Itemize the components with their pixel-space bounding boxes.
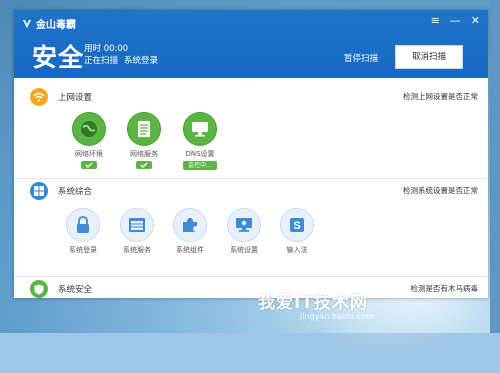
close-icon[interactable]: ✕: [471, 15, 480, 26]
item-label: 系统登录: [69, 246, 97, 254]
windows-icon: [30, 182, 48, 200]
item-system-login[interactable]: 系统登录: [58, 208, 108, 255]
item-label: DNS设置: [185, 150, 215, 158]
scan-progress-line: 正在扫描 系统登录: [84, 55, 158, 67]
brand-logo-icon: [23, 19, 31, 28]
section-status: 检测上网设置是否正常: [403, 92, 478, 101]
pause-scan-button[interactable]: 暂停扫描: [344, 52, 378, 64]
globe-icon: [72, 112, 106, 146]
divider: [14, 178, 488, 179]
minimize-icon[interactable]: —: [450, 15, 461, 26]
desktop-edge: [490, 0, 500, 333]
lock-icon: [66, 208, 100, 242]
item-network-env[interactable]: 网络环境: [64, 112, 114, 169]
watermark-url: jingyan.baidu.com: [300, 312, 374, 321]
watermark: 我爱IT技术网: [258, 293, 368, 313]
scan-progress-text: 正在扫描: [84, 56, 119, 66]
section-header: 上网设置 检测上网设置是否正常: [14, 86, 488, 108]
item-system-component[interactable]: 系统组件: [165, 208, 215, 255]
window-header: 金山毒霸 ≡ — ✕ 安全 用时 00:00 正在扫描 系统登录 暂停扫描 取消扫…: [14, 10, 488, 78]
shield-icon: [30, 280, 48, 298]
item-label: 网络服务: [130, 150, 158, 158]
item-label: 网络环境: [75, 150, 103, 158]
section-header: 系统综合 检测系统设置是否正常: [14, 180, 488, 202]
puzzle-icon: [173, 208, 207, 242]
security-status: 安全: [32, 43, 85, 72]
check-icon: [81, 161, 97, 169]
menu-icon[interactable]: ≡: [431, 15, 440, 26]
svg-text:S: S: [293, 220, 300, 232]
monitor-icon: [183, 112, 217, 146]
section-header: 系统安全 检测是否有木马病毒: [14, 278, 488, 298]
current-scan-item: 系统登录: [124, 56, 159, 66]
brand-name: 金山毒霸: [36, 20, 76, 31]
item-system-service[interactable]: 系统服务: [112, 208, 162, 255]
item-label: 系统设置: [230, 246, 258, 254]
divider: [14, 276, 488, 277]
input-s-icon: S: [280, 208, 314, 242]
scan-info: 用时 00:00 正在扫描 系统登录: [84, 43, 158, 67]
item-label: 系统组件: [176, 246, 204, 254]
document-icon: [127, 112, 161, 146]
item-dns-settings[interactable]: DNS设置 监控中...: [175, 112, 225, 170]
elapsed-time: 用时 00:00: [84, 44, 129, 54]
window-icon: [120, 208, 154, 242]
item-input-method[interactable]: S 输入法: [272, 208, 322, 255]
section-title: 上网设置: [58, 93, 93, 103]
brand: 金山毒霸: [22, 16, 76, 31]
item-network-service[interactable]: 网络服务: [119, 112, 169, 169]
item-label: 系统服务: [123, 246, 151, 254]
section-title: 系统安全: [58, 285, 93, 295]
window-controls: ≡ — ✕: [431, 15, 480, 26]
section-status: 检测系统设置是否正常: [403, 186, 478, 195]
section-status: 检测是否有木马病毒: [410, 284, 479, 293]
scanning-badge: 监控中...: [183, 161, 217, 170]
wifi-icon: [30, 88, 48, 106]
display-settings-icon: [227, 208, 261, 242]
section-title: 系统综合: [58, 187, 93, 197]
item-label: 输入法: [286, 246, 308, 254]
item-system-settings[interactable]: 系统设置: [219, 208, 269, 255]
check-icon: [136, 161, 152, 169]
app-window: 金山毒霸 ≡ — ✕ 安全 用时 00:00 正在扫描 系统登录 暂停扫描 取消扫…: [14, 10, 488, 298]
cancel-scan-button[interactable]: 取消扫描: [395, 45, 463, 69]
